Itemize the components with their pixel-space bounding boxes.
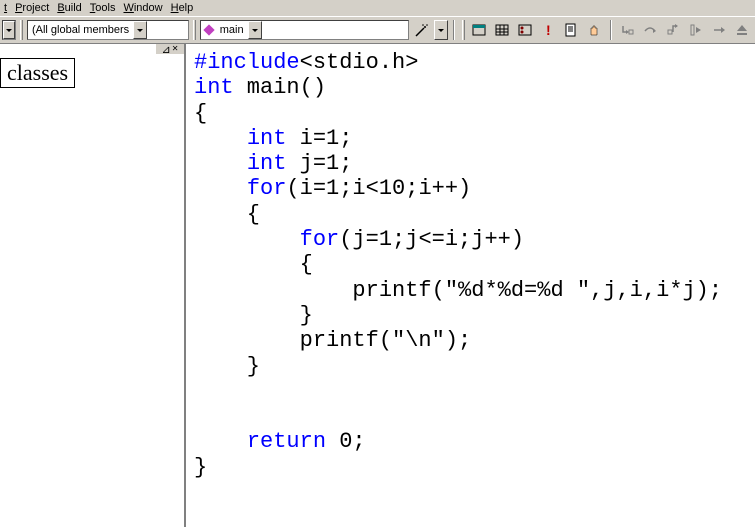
eject-icon[interactable]: [732, 19, 753, 41]
menu-project[interactable]: Project: [15, 2, 49, 14]
menu-bar: t Project Build Tools Window Help: [0, 0, 755, 16]
scope-dropdown[interactable]: (All global members: [27, 20, 189, 40]
chevron-down-icon[interactable]: [434, 20, 447, 40]
toolbar-grip: [193, 20, 196, 40]
code-editor[interactable]: #include<stdio.h>int main(){ int i=1; in…: [186, 44, 755, 527]
code-line: {: [194, 202, 747, 227]
menu-item[interactable]: t: [4, 2, 7, 14]
exclaim-icon[interactable]: !: [538, 19, 559, 41]
function-dropdown[interactable]: main: [200, 20, 409, 40]
code-line: return 0;: [194, 429, 747, 454]
doc-icon[interactable]: [561, 19, 582, 41]
code-line: int main(): [194, 75, 747, 100]
step-out-icon[interactable]: [663, 19, 684, 41]
toolbar: (All global members main !: [0, 16, 755, 44]
run-to-icon[interactable]: [686, 19, 707, 41]
code-line: printf("%d*%d=%d ",j,i,i*j);: [194, 278, 747, 303]
class-dropdown[interactable]: [2, 20, 16, 40]
window-icon[interactable]: [469, 19, 490, 41]
code-line: for(j=1;j<=i;j++): [194, 227, 747, 252]
step-over-icon[interactable]: [640, 19, 661, 41]
code-line: {: [194, 101, 747, 126]
scope-text: (All global members: [28, 24, 133, 36]
code-line: }: [194, 303, 747, 328]
toolbar-grip: [20, 20, 23, 40]
chevron-down-icon[interactable]: [3, 21, 15, 39]
grid-icon[interactable]: [492, 19, 513, 41]
code-line: int j=1;: [194, 151, 747, 176]
separator: [610, 20, 612, 40]
pin-icon[interactable]: ⊿: [162, 43, 171, 56]
menu-tools[interactable]: Tools: [90, 2, 116, 14]
function-text: main: [216, 24, 248, 36]
code-line: {: [194, 252, 747, 277]
separator: [453, 20, 455, 40]
code-line: int i=1;: [194, 126, 747, 151]
code-line: [194, 404, 747, 429]
chevron-down-icon[interactable]: [248, 21, 262, 39]
code-line: [194, 379, 747, 404]
menu-help[interactable]: Help: [171, 2, 194, 14]
classes-tab[interactable]: classes: [0, 58, 75, 88]
wizard-icon[interactable]: [411, 19, 432, 41]
code-line: }: [194, 455, 747, 480]
close-icon[interactable]: ✕: [172, 45, 179, 53]
function-icon: [203, 24, 214, 35]
chevron-down-icon[interactable]: [133, 21, 147, 39]
breakpoints-icon[interactable]: [515, 19, 536, 41]
sidebar-handle[interactable]: ⊿ ✕: [156, 44, 184, 54]
class-view-sidebar: ⊿ ✕ classes: [0, 44, 186, 527]
menu-window[interactable]: Window: [123, 2, 162, 14]
code-line: }: [194, 354, 747, 379]
code-line: printf("\n");: [194, 328, 747, 353]
arrow-icon[interactable]: [709, 19, 730, 41]
toolbar-grip: [462, 20, 465, 40]
code-line: #include<stdio.h>: [194, 50, 747, 75]
hand-icon[interactable]: [584, 19, 605, 41]
step-into-icon[interactable]: [617, 19, 638, 41]
svg-text:!: !: [546, 23, 551, 37]
menu-build[interactable]: Build: [57, 2, 81, 14]
code-line: for(i=1;i<10;i++): [194, 176, 747, 201]
main-area: ⊿ ✕ classes #include<stdio.h>int main(){…: [0, 44, 755, 527]
